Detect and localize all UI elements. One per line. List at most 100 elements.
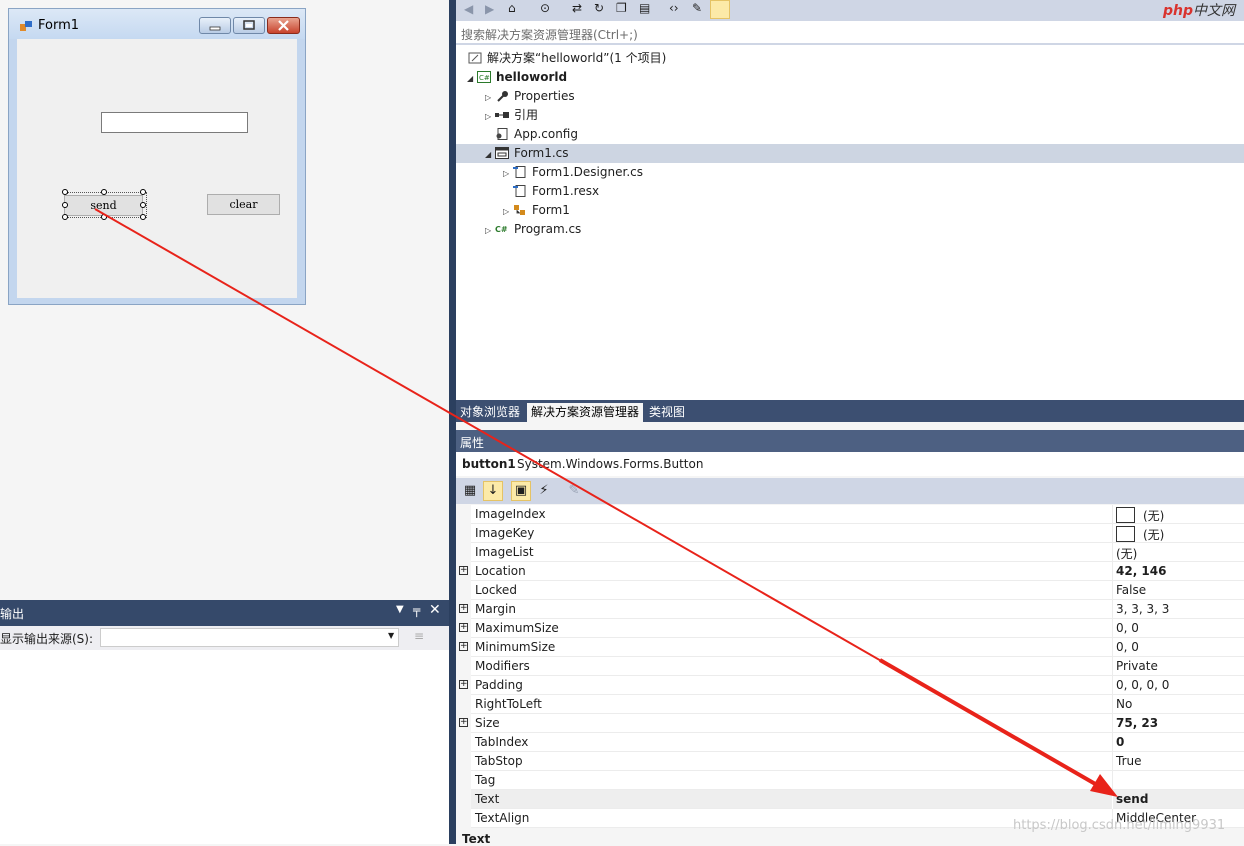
tree-item-app-config[interactable]: App.config <box>456 125 1244 144</box>
resize-handle[interactable] <box>62 202 68 208</box>
image-swatch-icon <box>1116 507 1135 523</box>
property-name: Size <box>475 716 500 730</box>
expand-plus-icon[interactable]: + <box>459 623 468 632</box>
expanded-arrow-icon[interactable]: ◢ <box>485 145 495 164</box>
tab-solution-explorer[interactable]: 解决方案资源管理器 <box>527 403 644 422</box>
expand-plus-icon[interactable]: + <box>459 642 468 651</box>
tree-item-references[interactable]: ▷ 引用 <box>456 106 1244 125</box>
back-icon[interactable]: ◀ <box>464 2 473 16</box>
tree-item-label: Properties <box>514 89 575 103</box>
properties-wrench-icon[interactable]: ✎ <box>692 1 702 15</box>
property-value: No <box>1116 697 1133 711</box>
solution-search-box[interactable]: 搜索解决方案资源管理器(Ctrl+;) <box>456 21 1244 45</box>
property-value: True <box>1116 754 1142 768</box>
form1-window[interactable]: Form1 send clear <box>8 8 306 305</box>
solution-explorer-toolbar: ◀ ▶ ⌂ ⊙ ⇄ ↻ ❐ ▤ ‹› ✎ <box>456 0 1244 21</box>
property-row-selected[interactable]: Text send <box>456 790 1244 809</box>
resx-file-icon <box>513 184 527 197</box>
close-icon[interactable]: ✕ <box>429 602 441 618</box>
tab-object-browser[interactable]: 对象浏览器 <box>456 403 524 422</box>
property-row[interactable]: Locked False <box>456 581 1244 600</box>
expand-plus-icon[interactable]: + <box>459 680 468 689</box>
tree-item-label: App.config <box>514 127 578 141</box>
property-name: Tag <box>475 773 496 787</box>
find-message-icon[interactable]: ≡ <box>414 629 424 643</box>
show-all-files-icon[interactable]: ▤ <box>639 1 650 15</box>
resize-handle[interactable] <box>62 189 68 195</box>
expand-plus-icon[interactable]: + <box>459 718 468 727</box>
minimize-icon <box>209 26 221 31</box>
tree-item-form1-resx[interactable]: Form1.resx <box>456 182 1244 201</box>
property-row[interactable]: + Margin 3, 3, 3, 3 <box>456 600 1244 619</box>
refresh-icon[interactable]: ↻ <box>594 1 604 15</box>
textbox1[interactable] <box>101 112 248 133</box>
tree-item-properties[interactable]: ▷ Properties <box>456 87 1244 106</box>
resize-handle[interactable] <box>140 214 146 220</box>
panel-splitter[interactable] <box>449 0 456 844</box>
tab-class-view[interactable]: 类视图 <box>645 403 689 422</box>
expanded-arrow-icon[interactable]: ◢ <box>467 69 477 88</box>
home-icon[interactable]: ⌂ <box>508 1 516 15</box>
properties-view-icon[interactable]: ▣ <box>511 481 531 501</box>
preview-selected-icon[interactable] <box>710 0 730 19</box>
tree-item-form1-designer[interactable]: ▷ Form1.Designer.cs <box>456 163 1244 182</box>
history-icon[interactable]: ⊙ <box>540 1 550 15</box>
property-row[interactable]: + Size 75, 23 <box>456 714 1244 733</box>
references-icon <box>495 108 509 120</box>
property-row[interactable]: TabIndex 0 <box>456 733 1244 752</box>
minimize-button[interactable] <box>199 17 231 34</box>
categorized-icon[interactable]: ▦ <box>460 481 480 501</box>
view-code-icon[interactable]: ‹› <box>669 1 679 15</box>
alphabetical-icon[interactable]: ↓ <box>483 481 503 501</box>
close-button[interactable] <box>267 17 300 34</box>
collapsed-arrow-icon[interactable]: ▷ <box>485 107 495 126</box>
close-icon <box>278 20 289 31</box>
svg-text:C#: C# <box>495 225 508 234</box>
property-row[interactable]: + MinimumSize 0, 0 <box>456 638 1244 657</box>
resize-handle[interactable] <box>101 189 107 195</box>
clear-button[interactable]: clear <box>207 194 280 215</box>
property-row[interactable]: ImageList (无) <box>456 543 1244 562</box>
property-value[interactable]: send <box>1116 792 1148 806</box>
expand-plus-icon[interactable]: + <box>459 566 468 575</box>
resize-handle[interactable] <box>62 214 68 220</box>
resize-handle[interactable] <box>140 189 146 195</box>
property-row[interactable]: + MaximumSize 0, 0 <box>456 619 1244 638</box>
tree-item-program-cs[interactable]: ▷ C# Program.cs <box>456 220 1244 239</box>
collapsed-arrow-icon[interactable]: ▷ <box>485 221 495 240</box>
pin-icon[interactable]: ╤ <box>413 603 420 617</box>
svg-text:C#: C# <box>479 74 490 82</box>
property-row[interactable]: Modifiers Private <box>456 657 1244 676</box>
sync-icon[interactable]: ⇄ <box>572 1 582 15</box>
property-row[interactable]: Tag <box>456 771 1244 790</box>
object-selector[interactable]: button1 System.Windows.Forms.Button <box>456 452 1244 476</box>
maximize-button[interactable] <box>233 17 265 34</box>
tree-item-project[interactable]: ◢ C# helloworld <box>456 68 1244 87</box>
output-source-select[interactable]: ▼ <box>100 628 399 647</box>
events-lightning-icon[interactable]: ⚡ <box>534 481 554 501</box>
collapsed-arrow-icon[interactable]: ▷ <box>503 164 513 183</box>
collapsed-arrow-icon[interactable]: ▷ <box>503 202 513 221</box>
tree-item-solution[interactable]: 解决方案“helloworld”(1 个项目) <box>456 49 1244 68</box>
property-pages-icon[interactable]: ✎ <box>564 481 584 501</box>
collapsed-arrow-icon[interactable]: ▷ <box>485 88 495 107</box>
property-row[interactable]: ImageKey (无) <box>456 524 1244 543</box>
property-value: (无) <box>1143 528 1165 542</box>
solution-tree: 解决方案“helloworld”(1 个项目) ◢ C# helloworld ▷ P… <box>456 49 1244 239</box>
property-row[interactable]: + Padding 0, 0, 0, 0 <box>456 676 1244 695</box>
tree-item-form1-cs[interactable]: ◢ Form1.cs <box>456 144 1244 163</box>
property-row[interactable]: + Location 42, 146 <box>456 562 1244 581</box>
send-button[interactable]: send <box>64 195 143 216</box>
property-row[interactable]: ImageIndex (无) <box>456 505 1244 524</box>
property-row[interactable]: RightToLeft No <box>456 695 1244 714</box>
expand-plus-icon[interactable]: + <box>459 604 468 613</box>
resize-handle[interactable] <box>101 214 107 220</box>
dropdown-arrow-icon[interactable]: ▼ <box>396 604 404 615</box>
tree-item-form1-class[interactable]: ▷ Form1 <box>456 201 1244 220</box>
collapse-all-icon[interactable]: ❐ <box>616 1 627 15</box>
forward-icon[interactable]: ▶ <box>485 2 494 16</box>
property-row[interactable]: TabStop True <box>456 752 1244 771</box>
resize-handle[interactable] <box>140 202 146 208</box>
solution-explorer: ◀ ▶ ⌂ ⊙ ⇄ ↻ ❐ ▤ ‹› ✎ 搜索解决方案资源管理器(Ctrl+;)… <box>456 0 1244 400</box>
output-panel-header: 输出 ▼ ╤ ✕ <box>0 600 449 626</box>
